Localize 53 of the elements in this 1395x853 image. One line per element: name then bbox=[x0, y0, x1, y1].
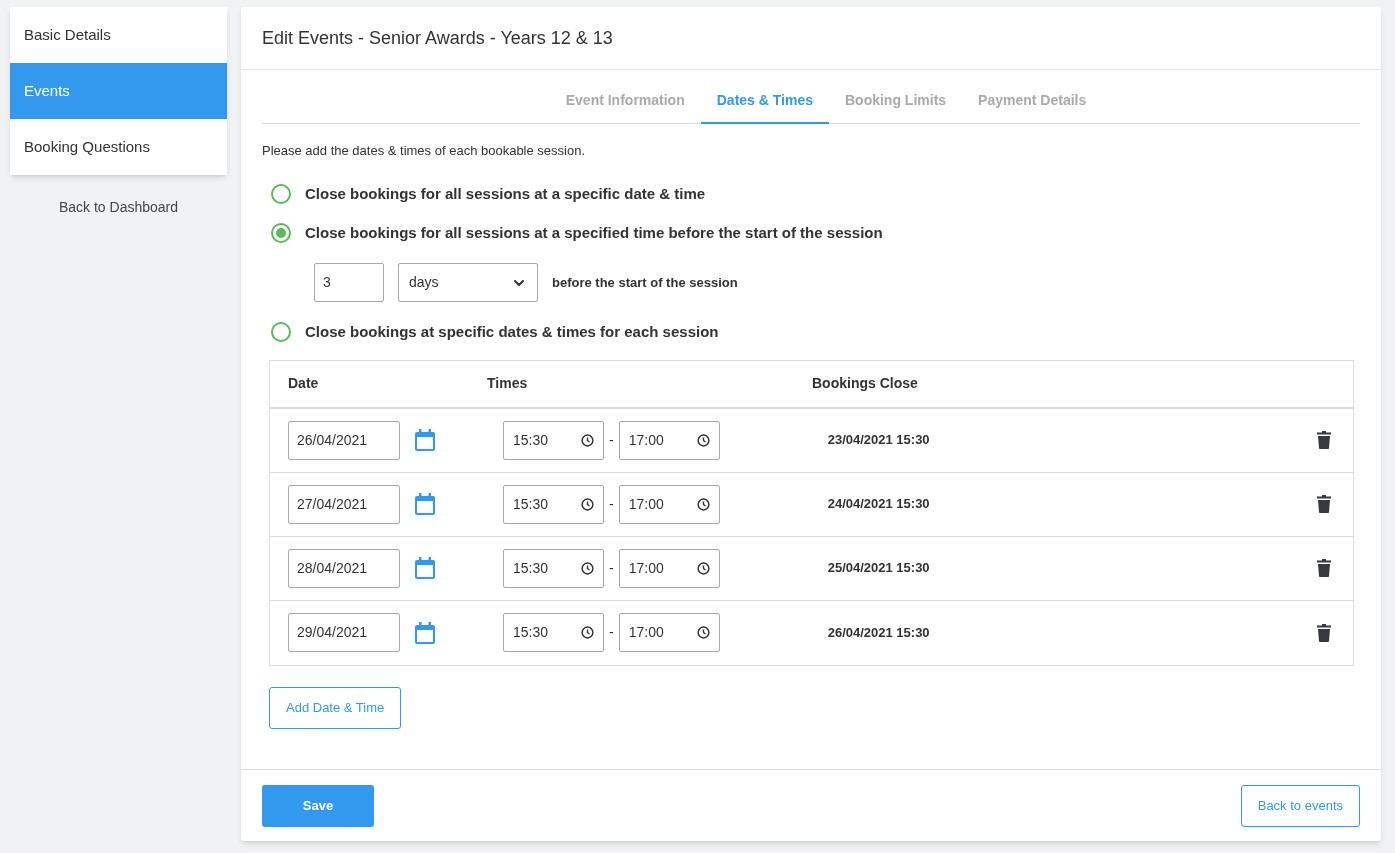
clock-icon bbox=[581, 497, 594, 511]
back-to-dashboard-link[interactable]: Back to Dashboard bbox=[58, 197, 179, 218]
trash-icon[interactable] bbox=[1317, 559, 1331, 577]
clock-icon bbox=[581, 626, 594, 639]
bookings-close-cell-text: 26/04/2021 15:30 bbox=[827, 623, 930, 642]
trash-icon[interactable] bbox=[1317, 623, 1331, 642]
column-header: Bookings Close bbox=[812, 374, 918, 393]
column-header: Times bbox=[487, 374, 529, 393]
radio-button[interactable] bbox=[271, 223, 291, 243]
amount-field[interactable]: 3 bbox=[314, 263, 384, 302]
option-label: Close bookings for all sessions at a specific date & time bbox=[305, 183, 706, 204]
clock-icon bbox=[696, 433, 710, 447]
time-field[interactable]: 15:30 bbox=[503, 548, 604, 588]
date-field[interactable]: 29/04/2021 bbox=[288, 613, 400, 652]
clock-icon bbox=[581, 561, 594, 575]
sidebar-item[interactable]: Basic Details bbox=[10, 7, 227, 63]
time-separator: - bbox=[609, 430, 614, 450]
sidebar-item[interactable]: Booking Questions bbox=[10, 119, 227, 175]
time-field[interactable]: 17:00 bbox=[618, 420, 720, 460]
clock-icon bbox=[696, 561, 710, 575]
trash-icon[interactable] bbox=[1317, 431, 1331, 449]
bookings-close-cell-text: 24/04/2021 15:30 bbox=[827, 495, 930, 514]
page-title: Edit Events - Senior Awards - Years 12 & 13 bbox=[262, 26, 613, 50]
option-label: Close bookings at specific dates & times for each session bbox=[305, 321, 719, 342]
option-suffix: before the start of the session bbox=[552, 273, 738, 292]
date-field[interactable]: 28/04/2021 bbox=[288, 548, 400, 588]
clock-icon bbox=[696, 497, 710, 511]
date-field[interactable]: 26/04/2021 bbox=[288, 420, 400, 460]
time-separator: - bbox=[609, 558, 614, 578]
date-field[interactable]: 27/04/2021 bbox=[288, 484, 400, 524]
intro-text: Please add the dates & times of each bookable session. bbox=[262, 142, 587, 160]
radio-button[interactable] bbox=[271, 322, 291, 342]
column-header: Date bbox=[288, 374, 320, 393]
bookings-close-cell-text: 23/04/2021 15:30 bbox=[827, 431, 930, 450]
time-field[interactable]: 15:30 bbox=[503, 484, 604, 524]
time-field[interactable]: 17:00 bbox=[618, 613, 720, 652]
calendar-icon[interactable] bbox=[415, 621, 435, 644]
calendar-icon[interactable] bbox=[415, 429, 435, 451]
unit-dropdown[interactable]: days bbox=[398, 263, 538, 302]
time-field[interactable]: 15:30 bbox=[503, 420, 604, 460]
time-separator: - bbox=[609, 623, 614, 642]
radio-button[interactable] bbox=[271, 184, 291, 204]
time-field[interactable]: 17:00 bbox=[618, 548, 720, 588]
clock-icon bbox=[581, 433, 594, 447]
time-field[interactable]: 15:30 bbox=[503, 613, 604, 652]
option-label: Close bookings for all sessions at a specified time before the start of the session bbox=[305, 222, 883, 243]
time-field[interactable]: 17:00 bbox=[618, 484, 720, 524]
bookings-close-cell-text: 25/04/2021 15:30 bbox=[827, 559, 930, 578]
calendar-icon[interactable] bbox=[415, 557, 435, 579]
trash-icon[interactable] bbox=[1317, 495, 1331, 513]
clock-icon bbox=[696, 626, 710, 639]
calendar-icon[interactable] bbox=[415, 493, 435, 515]
time-separator: - bbox=[609, 494, 614, 514]
